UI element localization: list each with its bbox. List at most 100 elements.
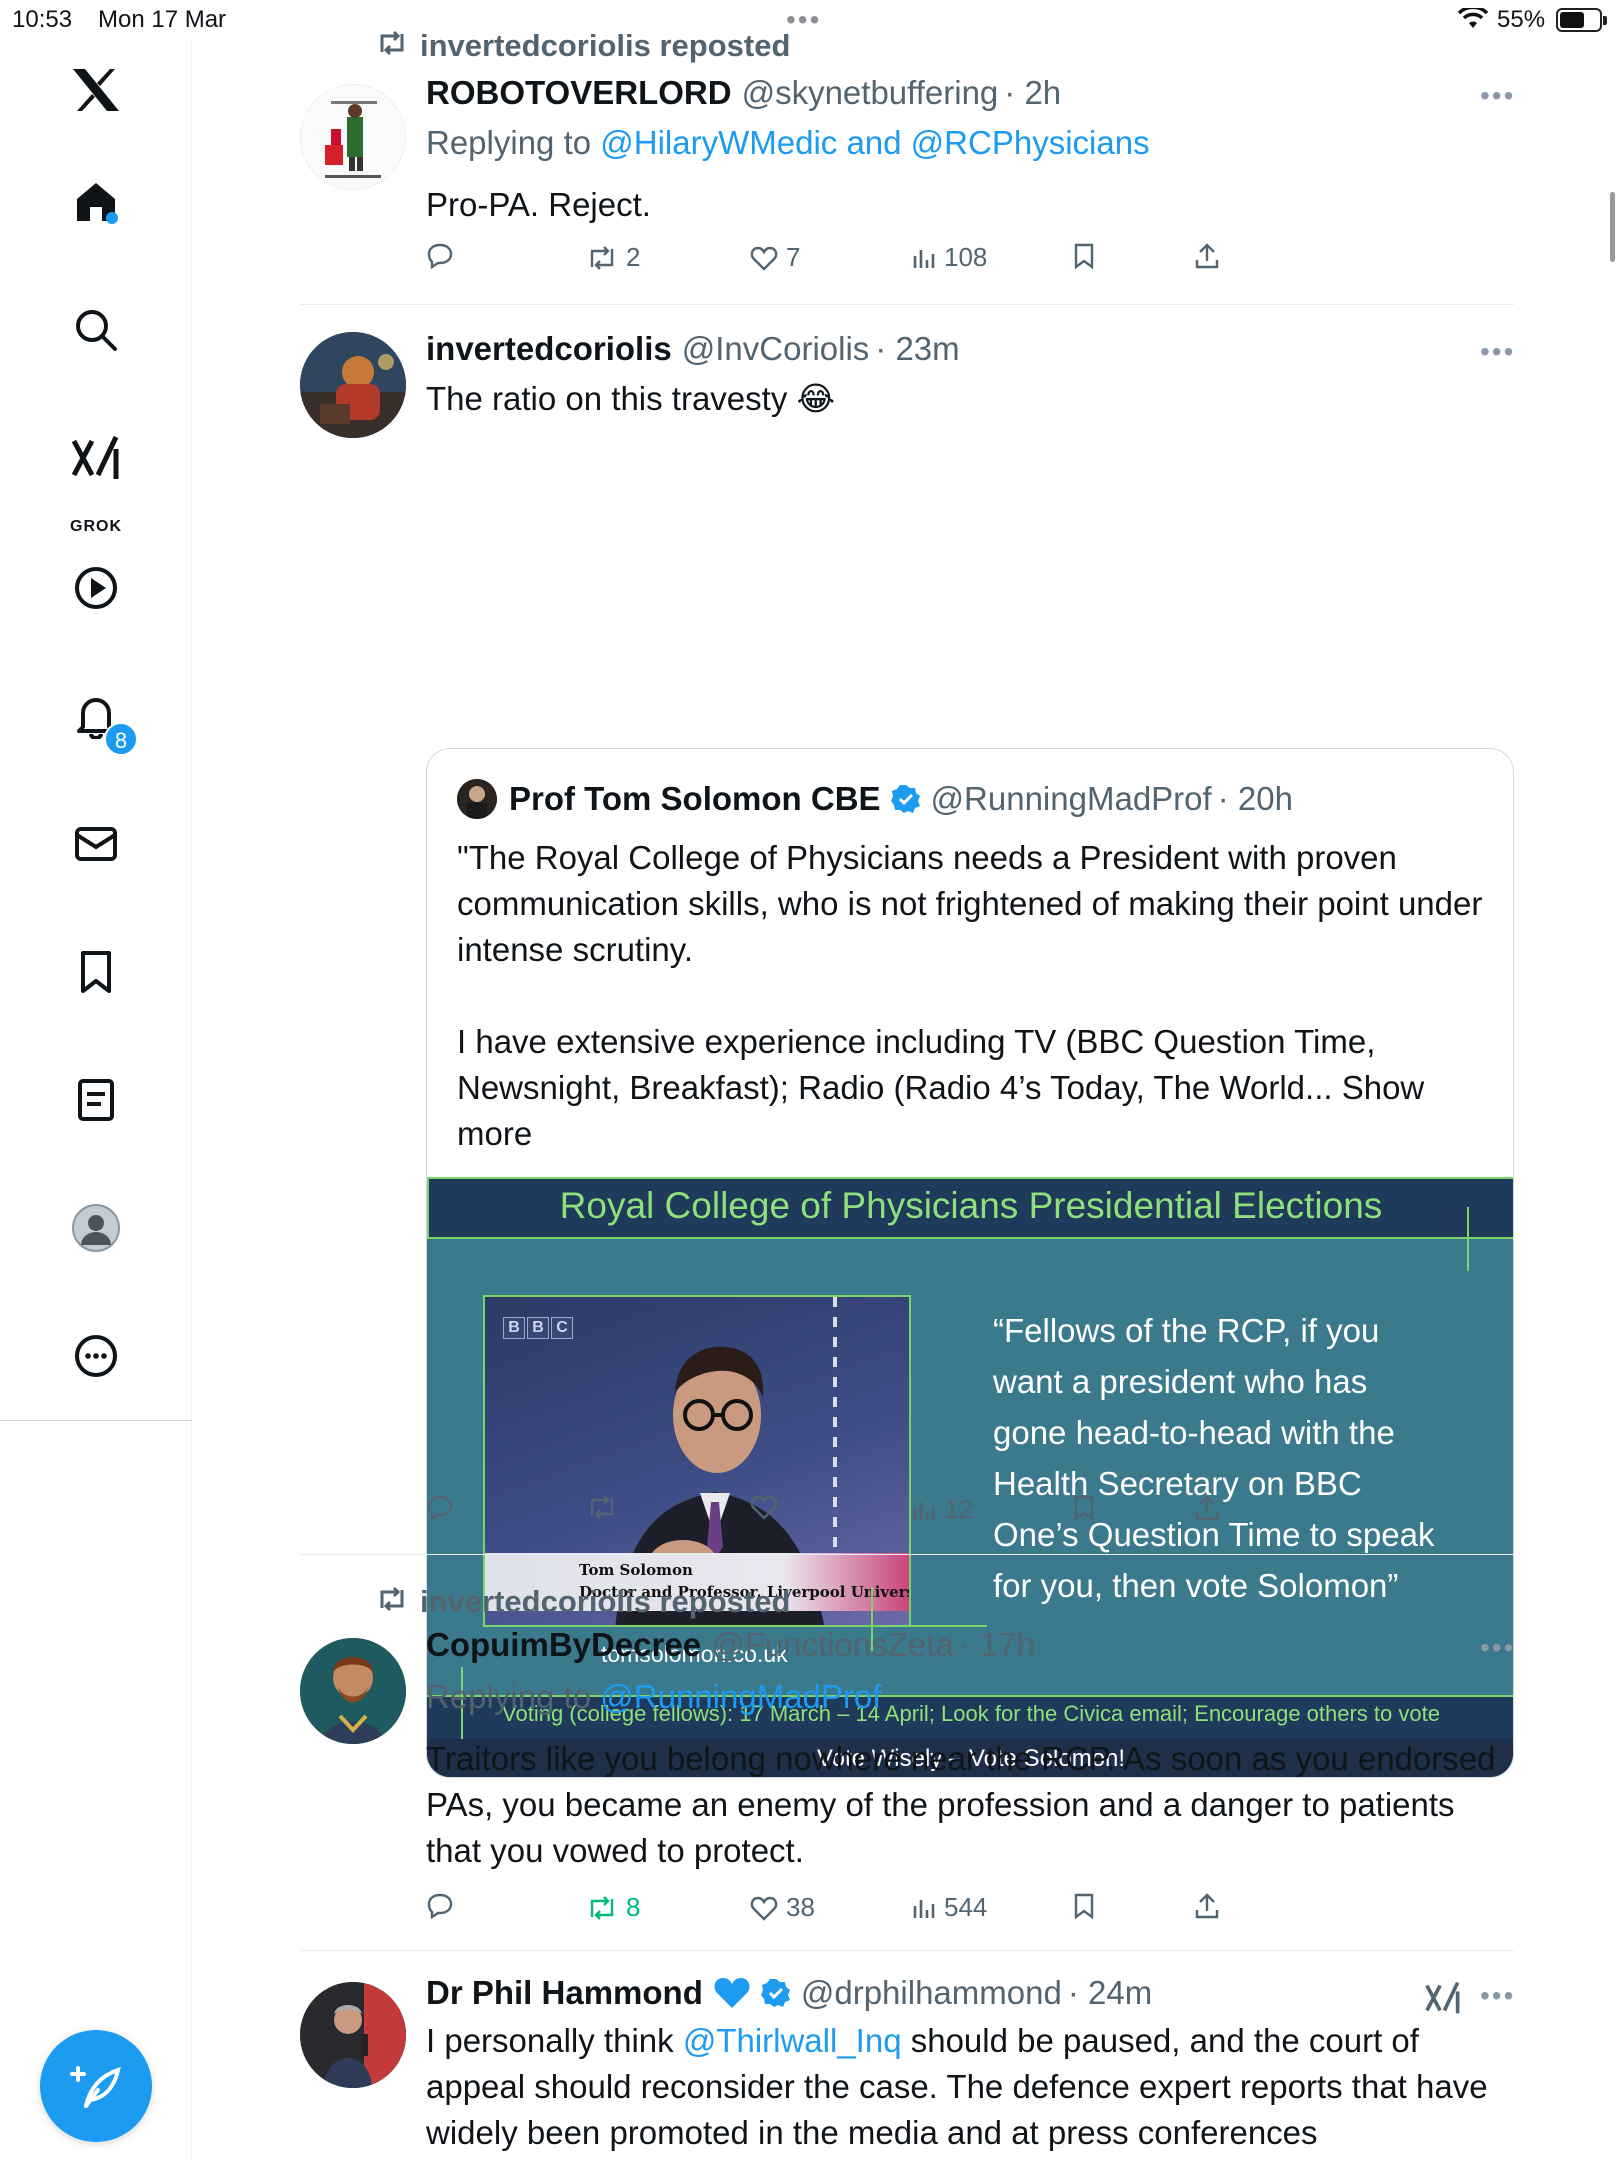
user-avatar[interactable]	[300, 1982, 406, 2088]
views-button[interactable]: 108	[912, 242, 987, 273]
user-avatar[interactable]	[300, 84, 406, 190]
bookmarks-icon[interactable]	[68, 944, 124, 1000]
like-button[interactable]: 38	[750, 1892, 815, 1923]
quoted-user-avatar[interactable]	[457, 779, 497, 819]
view-count: 544	[944, 1892, 988, 1922]
reply-button[interactable]	[426, 1494, 454, 1522]
display-name[interactable]: Dr Phil Hammond	[426, 1974, 703, 2012]
more-options-icon[interactable]: •••	[1480, 1632, 1515, 1664]
decorative-line	[1467, 1207, 1469, 1271]
tweet-text: The ratio on this travesty 😂	[426, 380, 836, 417]
reply-mention-link[interactable]: @HilaryWMedic and @RCPhysicians	[600, 124, 1149, 161]
tweet-separator	[300, 1950, 1514, 1951]
tweet-header: Dr Phil Hammond @drphilhammond · 24m	[426, 1974, 1152, 2012]
view-count: 108	[944, 242, 988, 272]
sidebar-divider	[0, 1420, 192, 1421]
tweet-separator	[300, 1554, 1514, 1555]
replying-to: Replying to @HilaryWMedic and @RCPhysici…	[426, 124, 1150, 162]
tweet-actions: 2 7 108	[426, 242, 1266, 282]
user-handle[interactable]: @InvCoriolis	[682, 330, 870, 368]
bookmark-button[interactable]	[1072, 1892, 1096, 1920]
quoted-timestamp[interactable]: · 20h	[1218, 780, 1293, 818]
share-button[interactable]	[1194, 1494, 1220, 1522]
like-button[interactable]	[750, 1494, 778, 1520]
timestamp[interactable]: · 17h	[960, 1626, 1035, 1664]
reply-button[interactable]	[426, 242, 454, 270]
user-avatar[interactable]	[300, 332, 406, 438]
display-name[interactable]: ROBOTOVERLORD	[426, 74, 732, 112]
timestamp[interactable]: · 23m	[875, 330, 959, 368]
view-count: 12	[944, 1494, 973, 1524]
repost-icon	[376, 1584, 408, 1620]
user-handle[interactable]: @FunctionsZeta	[711, 1626, 954, 1664]
more-options-icon[interactable]: •••	[1480, 80, 1515, 112]
repost-count: 8	[626, 1892, 641, 1922]
tweet-header: CopuimByDecree @FunctionsZeta · 17h	[426, 1626, 1035, 1664]
grok-icon[interactable]	[68, 430, 124, 486]
repost-button[interactable]: 2	[586, 242, 640, 273]
timestamp[interactable]: · 24m	[1068, 1974, 1152, 2012]
quoted-paragraph-2: I have extensive experience including TV…	[457, 1023, 1425, 1152]
tweet-actions: 8 38 544	[426, 1892, 1266, 1932]
share-button[interactable]	[1194, 242, 1220, 270]
reply-button[interactable]	[426, 1892, 454, 1920]
repost-button[interactable]	[586, 1494, 618, 1520]
video-play-icon[interactable]	[68, 560, 124, 616]
verified-badge-icon	[760, 1978, 791, 2008]
compose-post-button[interactable]	[40, 2030, 152, 2142]
poster-photo: B B C Tom Solomon Doctor and Professor, …	[483, 1295, 911, 1627]
messages-envelope-icon[interactable]	[68, 816, 124, 872]
more-options-icon[interactable]: •••	[1480, 336, 1515, 368]
bookmark-button[interactable]	[1072, 1494, 1096, 1522]
tweet-separator	[300, 304, 1514, 305]
repost-label: invertedcoriolis reposted	[420, 1584, 791, 1619]
timestamp[interactable]: · 2h	[1004, 74, 1061, 112]
multitasking-dots-icon[interactable]: •••	[786, 4, 821, 36]
like-count: 7	[786, 242, 801, 272]
quoted-display-name[interactable]: Prof Tom Solomon CBE	[509, 780, 881, 818]
tweet-text: Pro-PA. Reject.	[426, 186, 651, 223]
replying-prefix: Replying to	[426, 1678, 601, 1715]
poster-title: Royal College of Physicians Presidential…	[559, 1185, 1383, 1226]
quoted-tweet-header: Prof Tom Solomon CBE @RunningMadProf · 2…	[457, 779, 1293, 819]
quoted-tweet[interactable]: Prof Tom Solomon CBE @RunningMadProf · 2…	[426, 748, 1514, 1778]
status-bar: 10:53 Mon 17 Mar ••• 55%	[0, 0, 1620, 40]
grok-explain-icon[interactable]	[1424, 1980, 1462, 2021]
quoted-paragraph-1: "The Royal College of Physicians needs a…	[457, 839, 1483, 968]
more-options-icon[interactable]	[68, 1328, 124, 1384]
repost-indicator: invertedcoriolis reposted	[376, 1584, 790, 1620]
notification-badge: 8	[104, 722, 138, 756]
display-name[interactable]: invertedcoriolis	[426, 330, 672, 368]
mention-link[interactable]: @Thirlwall_Inq	[683, 2022, 902, 2059]
repost-button-active[interactable]: 8	[586, 1892, 640, 1923]
user-handle[interactable]: @skynetbuffering	[742, 74, 999, 112]
quoted-tweet-text: "The Royal College of Physicians needs a…	[457, 835, 1487, 1157]
sidebar: GROK 8	[0, 40, 192, 2160]
share-button[interactable]	[1194, 1892, 1220, 1920]
user-handle[interactable]: @drphilhammond	[801, 1974, 1062, 2012]
bookmark-button[interactable]	[1072, 242, 1096, 270]
more-options-icon[interactable]: •••	[1480, 1980, 1515, 2012]
user-avatar[interactable]	[300, 1638, 406, 1744]
home-unread-dot	[106, 212, 118, 224]
wifi-icon	[1457, 5, 1489, 37]
tweet-actions: 12	[426, 1494, 1266, 1534]
lists-icon[interactable]	[68, 1072, 124, 1128]
date: Mon 17 Mar	[98, 6, 227, 33]
display-name[interactable]: CopuimByDecree	[426, 1626, 701, 1664]
search-icon[interactable]	[68, 302, 124, 358]
reply-mention-link[interactable]: @RunningMadProf	[600, 1678, 881, 1715]
repost-label: invertedcoriolis reposted	[420, 28, 791, 63]
replying-prefix: Replying to	[426, 124, 601, 161]
repost-indicator: invertedcoriolis reposted	[376, 28, 790, 64]
replying-to: Replying to @RunningMadProf	[426, 1678, 881, 1716]
blue-heart-icon	[713, 1976, 751, 2010]
profile-avatar[interactable]	[68, 1200, 124, 1256]
like-button[interactable]: 7	[750, 242, 800, 273]
quoted-user-handle[interactable]: @RunningMadProf	[931, 780, 1212, 818]
caption-name: Tom Solomon	[579, 1561, 693, 1579]
scrollbar[interactable]	[1610, 192, 1615, 262]
x-logo-icon[interactable]	[68, 62, 124, 118]
views-button[interactable]: 12	[912, 1494, 973, 1525]
views-button[interactable]: 544	[912, 1892, 987, 1923]
